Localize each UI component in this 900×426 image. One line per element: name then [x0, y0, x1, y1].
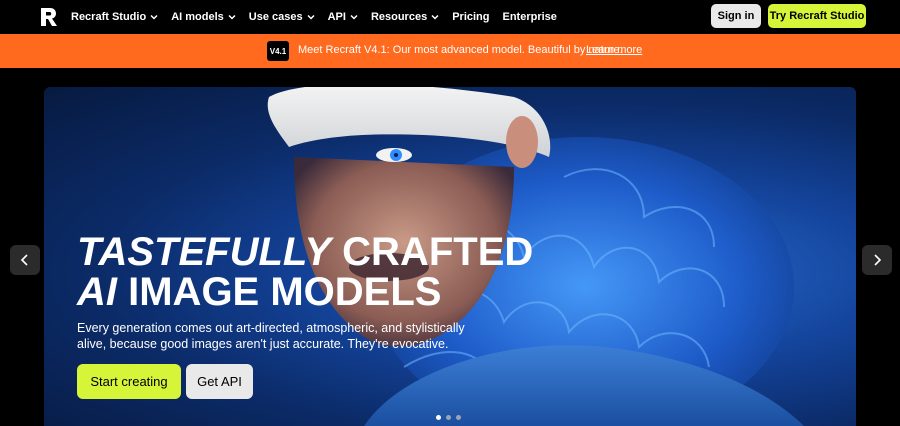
version-badge: V4.1: [267, 41, 289, 61]
hero-subtitle: Every generation comes out art-directed,…: [77, 321, 465, 351]
headline-emphasis: AI: [77, 270, 117, 314]
headline-emphasis: TASTEFULLY: [77, 230, 332, 274]
menu-item-label: Use cases: [248, 11, 303, 23]
announcement-text: Meet Recraft V4.1: Our most advanced mod…: [298, 44, 623, 56]
menu-item-use-cases[interactable]: Use cases: [249, 11, 315, 23]
menu-item-label: Resources: [370, 11, 428, 23]
headline-text: CRAFTED: [342, 230, 534, 274]
headline-text: IMAGE MODELS: [128, 270, 442, 314]
menu-item-label: Pricing: [452, 11, 490, 23]
top-navigation: Recraft Studio AI models Use cases API R…: [0, 0, 900, 34]
chevron-down-icon: [307, 14, 315, 20]
try-recraft-studio-button[interactable]: Try Recraft Studio: [768, 4, 866, 28]
menu-item-pricing[interactable]: Pricing: [452, 11, 489, 23]
chevron-down-icon: [350, 14, 358, 20]
chevron-down-icon: [228, 14, 236, 20]
announcement-banner: V4.1 Meet Recraft V4.1: Our most advance…: [0, 34, 900, 68]
chevron-down-icon: [150, 14, 158, 20]
chevron-down-icon: [431, 14, 439, 20]
carousel-indicators: [436, 415, 461, 420]
menu-item-label: Enterprise: [502, 11, 557, 23]
carousel-dot[interactable]: [436, 415, 441, 420]
menu-item-resources[interactable]: Resources: [371, 11, 439, 23]
menu-item-api[interactable]: API: [328, 11, 358, 23]
menu-item-enterprise[interactable]: Enterprise: [503, 11, 557, 23]
menu-item-label: API: [327, 11, 346, 23]
chevron-left-icon: [20, 254, 28, 266]
start-creating-button[interactable]: Start creating: [77, 364, 181, 399]
main-menu: Recraft Studio AI models Use cases API R…: [71, 0, 570, 34]
carousel-next-button[interactable]: [862, 245, 892, 275]
carousel-dot[interactable]: [456, 415, 461, 420]
learn-more-link[interactable]: Learn more: [586, 44, 642, 56]
get-api-button[interactable]: Get API: [186, 364, 253, 399]
menu-item-label: Recraft Studio: [71, 11, 147, 23]
menu-item-recraft-studio[interactable]: Recraft Studio: [71, 11, 158, 23]
carousel-dot[interactable]: [446, 415, 451, 420]
carousel-prev-button[interactable]: [10, 245, 40, 275]
menu-item-ai-models[interactable]: AI models: [171, 11, 236, 23]
recraft-logo-icon[interactable]: [38, 6, 60, 28]
chevron-right-icon: [874, 254, 882, 266]
menu-item-label: AI models: [171, 11, 224, 23]
hero-headline-line2: AI IMAGE MODELS: [77, 272, 441, 312]
sign-in-button[interactable]: Sign in: [711, 4, 761, 28]
hero-headline-line1: TASTEFULLY CRAFTED: [77, 232, 533, 272]
